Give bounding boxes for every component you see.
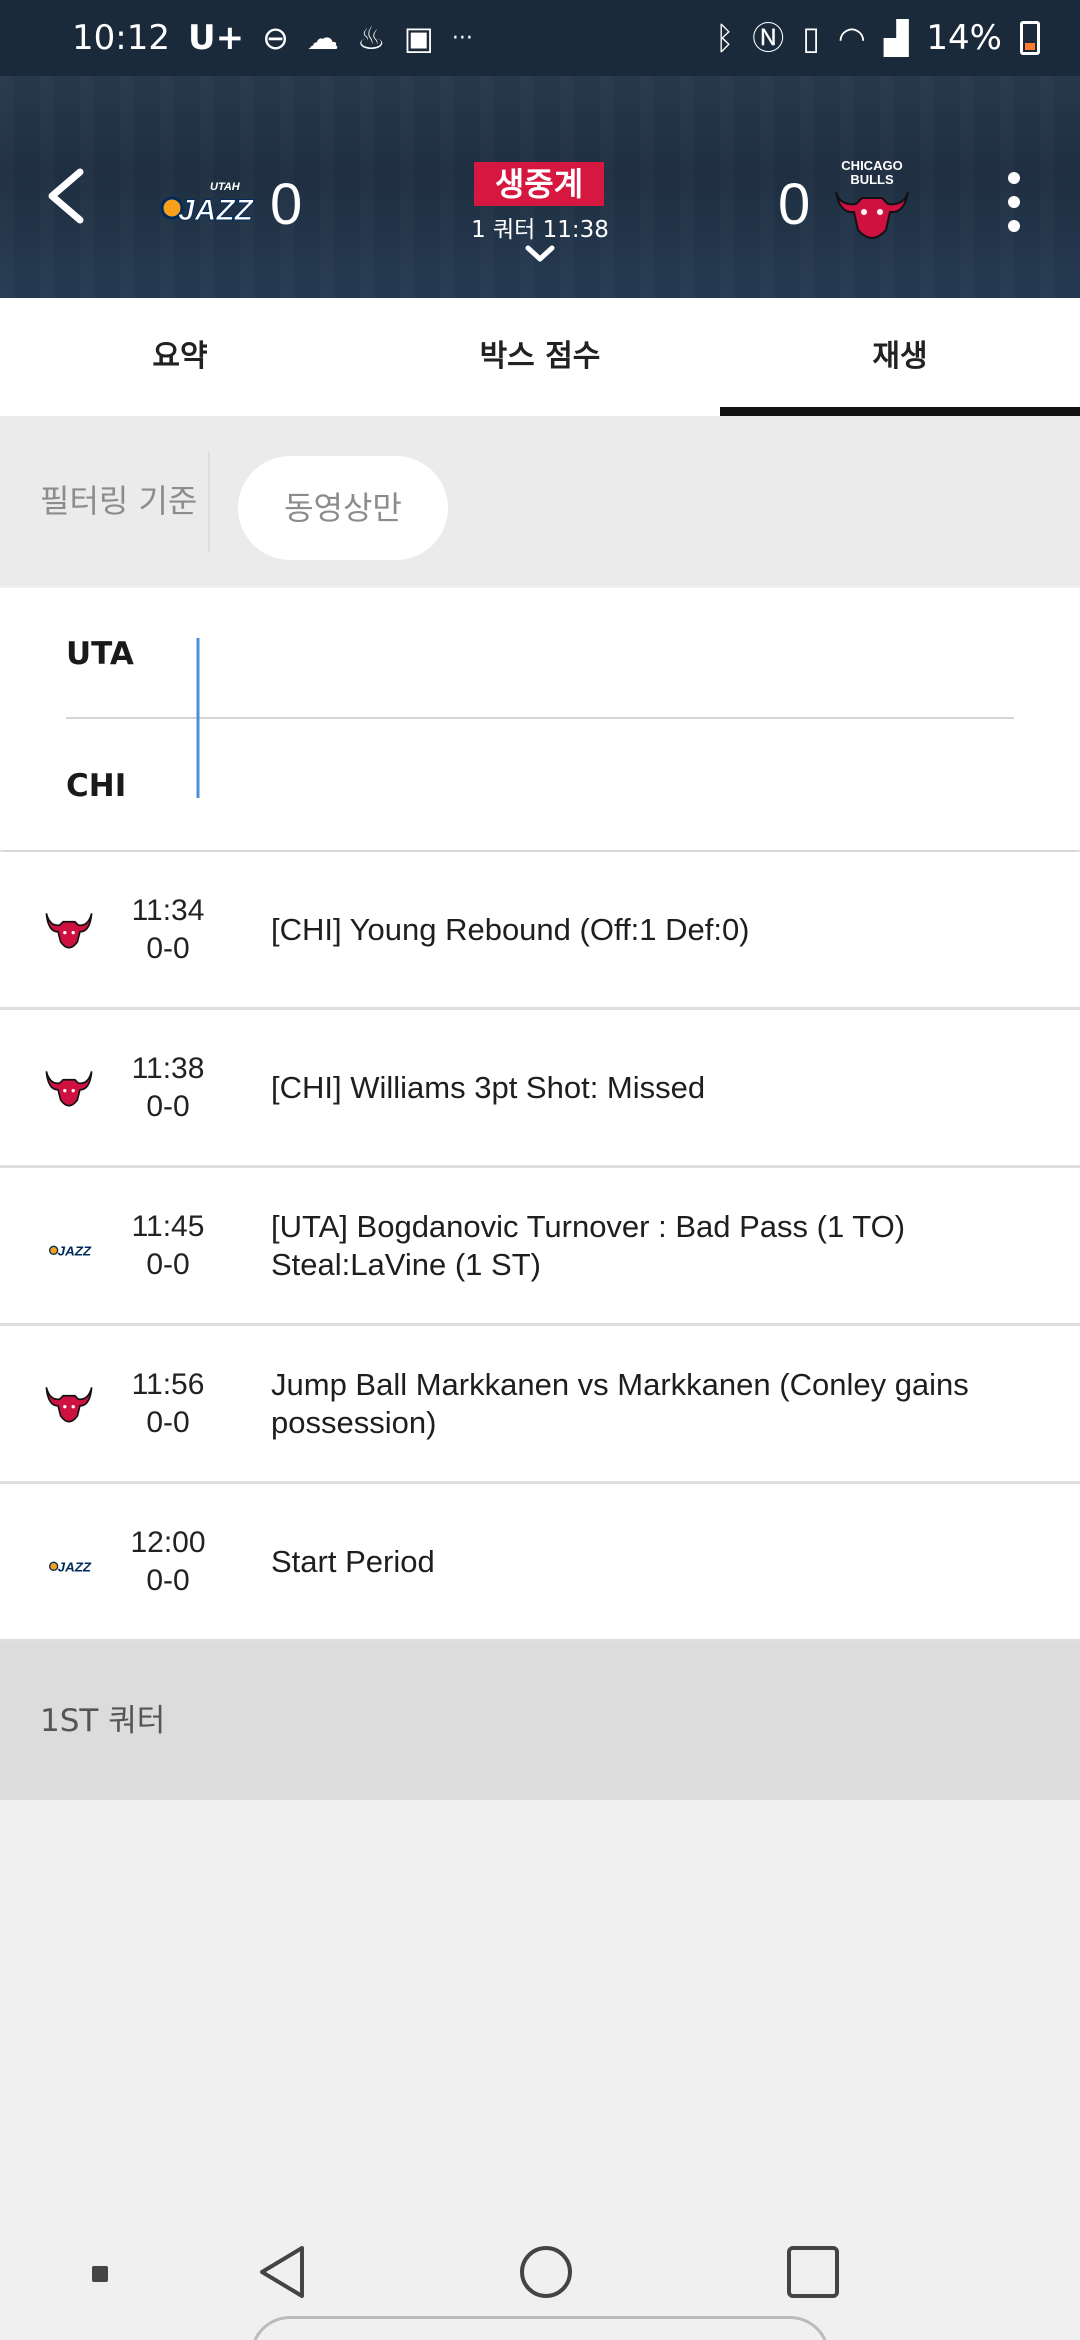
jazz-logo: UTAH JAZZ (160, 176, 260, 228)
play-by-play-list: 11:34 0-0 [CHI] Young Rebound (Off:1 Def… (0, 852, 1080, 1642)
play-score: 0-0 (146, 1248, 190, 1281)
notification-icon: ♨ (356, 19, 386, 57)
filter-bar: 필터링 기준 동영상만 (0, 416, 1080, 586)
score-flow-chart: UTA CHI (0, 588, 1080, 850)
list-item[interactable]: 11:56 0-0 Jump Ball Markkanen vs Markkan… (0, 1326, 1080, 1484)
nfc-icon: Ⓝ (752, 19, 785, 57)
do-not-disturb-icon: ⊖ (262, 19, 289, 57)
play-clock: 12:00 (130, 1526, 206, 1559)
signal-icon: ▟ (883, 19, 909, 57)
video-only-filter-button[interactable]: 동영상만 (238, 456, 448, 560)
play-time: 11:34 0-0 (118, 892, 218, 968)
bulls-logo: CHICAGO BULLS (826, 158, 918, 248)
tab-play-by-play[interactable]: 재생 (720, 298, 1080, 416)
filter-divider (208, 452, 210, 552)
list-item[interactable]: JAZZ 12:00 0-0 Start Period (0, 1484, 1080, 1642)
cup-icon: ▣ (403, 19, 434, 57)
play-score: 0-0 (146, 1406, 190, 1439)
back-button[interactable] (40, 166, 92, 226)
svg-text:JAZZ: JAZZ (58, 1560, 92, 1575)
play-clock: 11:56 (131, 1368, 205, 1401)
svg-text:JAZZ: JAZZ (58, 1244, 92, 1259)
wifi-icon: ◠ (837, 19, 866, 57)
bulls-icon (38, 1378, 100, 1432)
play-clock: 11:38 (131, 1052, 205, 1085)
play-description: [CHI] Williams 3pt Shot: Missed (271, 1069, 706, 1105)
list-item[interactable]: JAZZ 11:45 0-0 [UTA] Bogdanovic Turnover… (0, 1168, 1080, 1326)
away-score: 0 (778, 172, 811, 237)
system-nav-bar (0, 2220, 1080, 2340)
play-description: [CHI] Young Rebound (Off:1 Def:0) (271, 911, 750, 947)
svg-text:JAZZ: JAZZ (178, 194, 255, 226)
game-header: UTAH JAZZ 0 생중계 1 쿼터 11:38 0 CHICAGO BUL… (0, 76, 1080, 298)
bluetooth-icon: ᛒ (715, 19, 735, 57)
play-score: 0-0 (146, 1090, 190, 1123)
play-score: 0-0 (146, 932, 190, 965)
more-options-button[interactable] (1000, 172, 1028, 232)
svg-text:BULLS: BULLS (850, 172, 894, 187)
jazz-icon: JAZZ (38, 1220, 100, 1274)
tab-box-score[interactable]: 박스 점수 (360, 298, 720, 416)
list-item[interactable]: 11:38 0-0 [CHI] Williams 3pt Shot: Misse… (0, 1010, 1080, 1168)
list-item[interactable]: 11:34 0-0 [CHI] Young Rebound (Off:1 Def… (0, 852, 1080, 1010)
carrier-label: U+ (187, 18, 245, 58)
tab-bar: 요약 박스 점수 재생 (0, 298, 1080, 416)
battery-percent: 14% (926, 18, 1002, 58)
play-description: Jump Ball Markkanen vs Markkanen (Conley… (271, 1366, 969, 1440)
tab-summary[interactable]: 요약 (0, 298, 360, 416)
square-recents-icon (787, 2246, 839, 2298)
nav-back-button[interactable] (254, 2242, 310, 2302)
nav-recent-apps-button[interactable] (784, 2242, 842, 2302)
bulls-icon (38, 904, 100, 958)
chevron-down-icon[interactable] (522, 242, 558, 266)
vibrate-icon: ▯ (802, 19, 820, 57)
bulls-icon (38, 1062, 100, 1116)
live-badge: 생중계 (474, 162, 604, 206)
status-bar: 10:12 U+ ⊖ ☁ ♨ ▣ ··· ᛒ Ⓝ ▯ ◠ ▟ 14% (0, 0, 1080, 76)
circle-home-icon (520, 2246, 572, 2298)
nav-home-button[interactable] (518, 2242, 574, 2302)
play-description: Start Period (271, 1543, 435, 1579)
svg-text:CHICAGO: CHICAGO (841, 158, 902, 173)
play-time: 11:56 0-0 (118, 1366, 218, 1442)
filter-label: 필터링 기준 (40, 482, 198, 520)
nav-dot-icon[interactable] (92, 2266, 108, 2282)
svg-text:UTAH: UTAH (210, 181, 241, 193)
arrow-left-icon (48, 168, 84, 224)
more-notifications: ··· (451, 25, 473, 51)
play-description: [UTA] Bogdanovic Turnover : Bad Pass (1 … (271, 1208, 906, 1282)
dot-icon (1008, 172, 1020, 184)
quarter-label: 1ST 쿼터 (40, 1703, 166, 1739)
triangle-back-icon (260, 2246, 304, 2298)
play-time: 11:45 0-0 (118, 1208, 218, 1284)
chart-canvas (66, 638, 1014, 798)
play-score: 0-0 (146, 1564, 190, 1597)
dot-icon (1008, 220, 1020, 232)
play-clock: 11:34 (131, 894, 205, 927)
home-score: 0 (270, 172, 303, 237)
status-time: 10:12 (72, 18, 170, 58)
gesture-handle[interactable] (250, 2316, 830, 2340)
cloud-icon: ☁ (306, 19, 339, 57)
jazz-icon: JAZZ (38, 1536, 100, 1590)
play-time: 12:00 0-0 (118, 1524, 218, 1600)
play-time: 11:38 0-0 (118, 1050, 218, 1126)
battery-icon (1020, 21, 1040, 55)
dot-icon (1008, 196, 1020, 208)
period-clock: 1 쿼터 11:38 (471, 217, 609, 243)
play-clock: 11:45 (131, 1210, 205, 1243)
quarter-header: 1ST 쿼터 (0, 1642, 1080, 1800)
